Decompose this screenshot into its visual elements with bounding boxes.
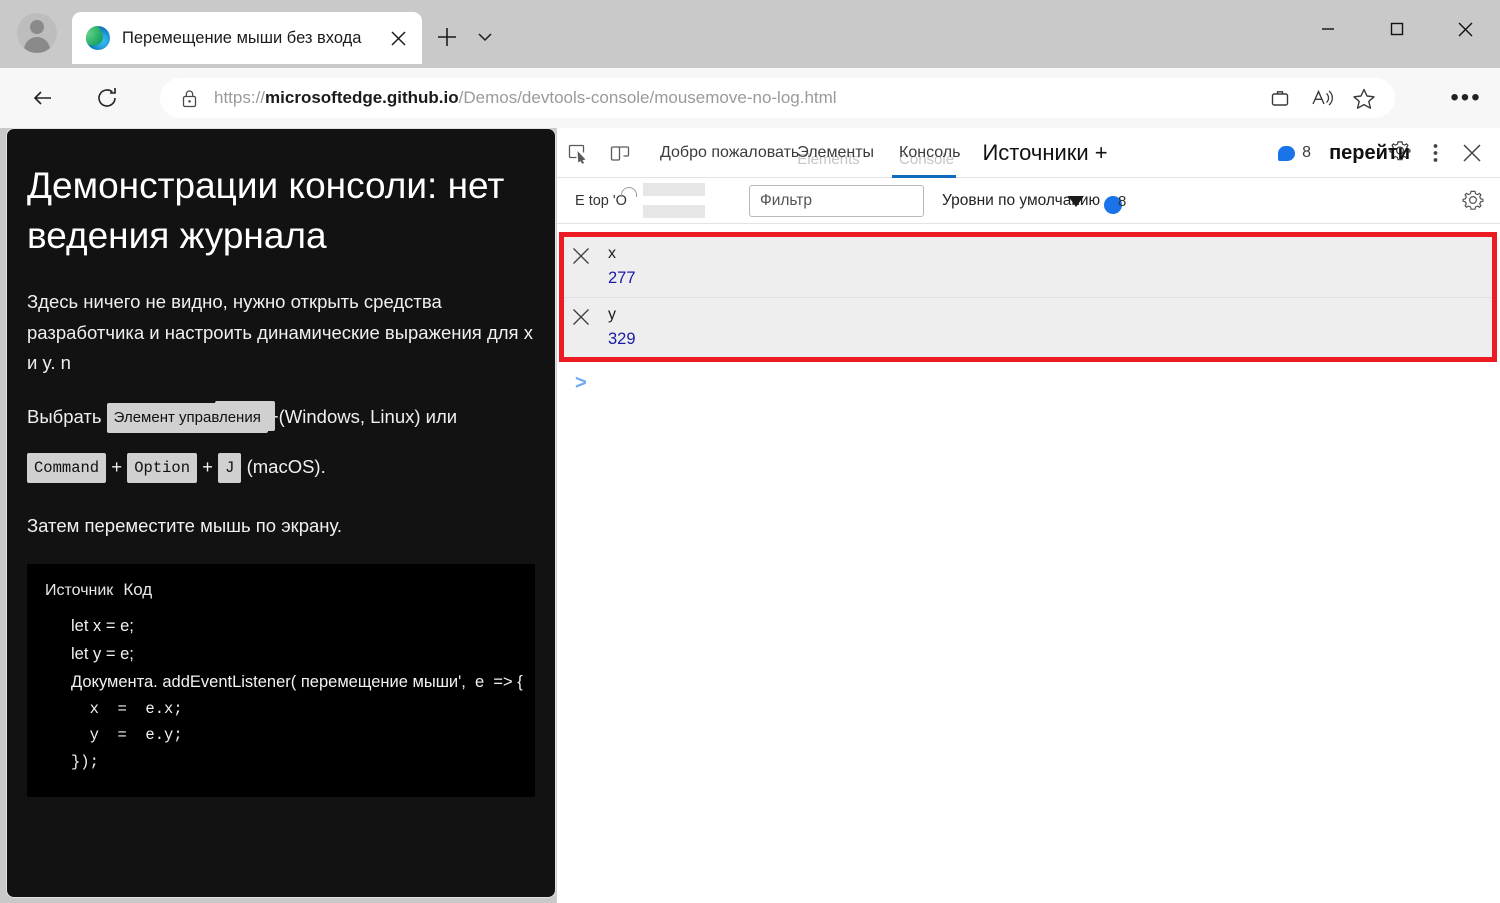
chevron-down-icon [1067, 195, 1084, 207]
read-aloud-icon[interactable] [1301, 79, 1343, 117]
devtools-toolbar: Добро пожаловать Elements Элементы Conso… [557, 128, 1500, 178]
shortcut-line-windows: Выбрать Элемент управления Shift +(Windo… [27, 400, 535, 433]
code-line: }); [71, 752, 99, 771]
profile-avatar-button[interactable] [14, 10, 60, 56]
tab-title: Перемещение мыши без входа [122, 28, 362, 47]
plus-1: + [111, 455, 123, 477]
minimize-button[interactable] [1293, 0, 1362, 58]
live-expression-row[interactable]: x 277 [564, 237, 1492, 297]
console-levels-dropdown[interactable]: Уровни по умолчанию 8 [942, 192, 1126, 214]
live-expression-value: 277 [608, 269, 636, 287]
tab-elements[interactable]: Elements Элементы [786, 128, 874, 178]
page-instruction: Затем переместите мышь по экрану. [27, 515, 343, 537]
console-settings-gear-icon[interactable] [1460, 187, 1486, 218]
console-context-selector[interactable]: E top 'O [575, 186, 637, 209]
new-tab-button[interactable] [430, 20, 464, 54]
message-count-badge[interactable]: 8 [1278, 144, 1311, 162]
console-toolbar-placeholder [642, 183, 705, 218]
browser-tab[interactable]: Перемещение мыши без входа [72, 12, 422, 64]
levels-count: 8 [1117, 192, 1127, 210]
console-filter-placeholder: Фильтр [759, 191, 813, 209]
edge-logo-icon [86, 26, 110, 50]
code-line: x = e.x; [71, 699, 183, 718]
kbd-option: Option [127, 452, 198, 484]
lock-icon [176, 89, 202, 108]
code-block: Источник Код let x = e; let y = e; Докуме… [27, 563, 535, 797]
avatar [17, 13, 57, 53]
live-expression-row[interactable]: y 329 [564, 297, 1492, 357]
window-controls [1293, 0, 1500, 58]
browser-window: Перемещение мыши без входа https://micro… [0, 0, 1500, 903]
live-expression-name: y [608, 306, 616, 323]
code-line: let y = e; [71, 644, 134, 663]
tab-sources[interactable]: Источники + [960, 128, 1118, 178]
devtools-more-menu-icon[interactable] [1418, 133, 1452, 173]
kbd-command: Command [27, 452, 107, 484]
maximize-button[interactable] [1362, 0, 1431, 58]
inspect-element-icon[interactable] [557, 133, 599, 173]
title-bar: Перемещение мыши без входа [0, 0, 1500, 68]
console-filter-toolbar: E top 'O Фильтр Уровни по умолчанию 8 [557, 178, 1500, 224]
tab-close-icon[interactable] [384, 24, 412, 52]
tab-list-dropdown-icon[interactable] [470, 22, 500, 52]
page-paragraph: Здесь ничего не видно, нужно открыть сре… [27, 290, 533, 374]
message-count: 8 [1302, 144, 1312, 161]
kbd-control: Элемент управления [106, 403, 268, 433]
live-expression-value: 329 [608, 330, 636, 348]
message-bubble-icon [1278, 145, 1296, 161]
back-button[interactable] [24, 79, 62, 117]
tab-console[interactable]: Console Консоль [888, 128, 960, 178]
navigation-bar: https://microsoftedge.github.io/Demos/de… [0, 68, 1500, 128]
prompt-caret-icon: > [575, 371, 587, 394]
code-line: y = e.y; [71, 726, 183, 745]
code-block-header: Источник Код [45, 580, 517, 600]
code-label-code: Код [123, 579, 153, 599]
url-text: https://microsoftedge.github.io/Demos/de… [214, 88, 837, 107]
code-label-source: Источник [45, 581, 114, 599]
close-window-button[interactable] [1431, 0, 1500, 58]
shortcut-line-mac: Command + Option + J (macOS). [27, 451, 535, 484]
address-bar[interactable]: https://microsoftedge.github.io/Demos/de… [160, 78, 1395, 118]
device-toggle-icon[interactable] [599, 133, 641, 173]
goto-label: перейти [1329, 141, 1410, 164]
remove-live-expression-icon[interactable] [570, 245, 592, 267]
kbd-j: J [218, 452, 242, 484]
context-cap-decor [621, 186, 637, 197]
page-title: Демонстрации консоли: нет ведения журнал… [27, 165, 505, 256]
goto-settings-group[interactable]: перейти [1329, 141, 1411, 165]
devtools-panel: Добро пожаловать Elements Элементы Conso… [556, 128, 1500, 903]
omnibox-actions [1259, 79, 1385, 117]
shortcut-windows-note: (Windows, Linux) или [278, 405, 458, 427]
remove-live-expression-icon[interactable] [570, 306, 592, 328]
devtools-toolbar-right: 8 перейти [1278, 128, 1492, 178]
collections-icon[interactable] [1259, 79, 1301, 117]
web-page-content: Демонстрации консоли: нет ведения журнал… [6, 128, 556, 898]
plus-2: + [202, 455, 213, 477]
favorites-star-icon[interactable] [1343, 79, 1385, 117]
console-prompt[interactable]: > [565, 370, 587, 396]
shortcut-prefix: Выбрать [27, 405, 102, 427]
reload-button[interactable] [88, 79, 126, 117]
live-expression-name: x [608, 245, 616, 262]
code-line: let x = e; [71, 616, 134, 635]
console-filter-input[interactable]: Фильтр [748, 184, 924, 217]
devtools-close-icon[interactable] [1452, 133, 1492, 173]
shortcut-keys-overlap: Элемент управления Shift [106, 400, 276, 433]
live-expressions-highlight: x 277 y 329 [559, 232, 1497, 362]
shortcut-mac-note: (macOS). [246, 455, 326, 477]
devtools-tabs: Добро пожаловать Elements Элементы Conso… [649, 128, 1119, 178]
browser-settings-ellipsis-icon[interactable]: ••• [1444, 79, 1488, 117]
console-output: x 277 y 329 > [557, 224, 1500, 903]
code-line: Документа. addEventListener( перемещение… [71, 672, 523, 691]
